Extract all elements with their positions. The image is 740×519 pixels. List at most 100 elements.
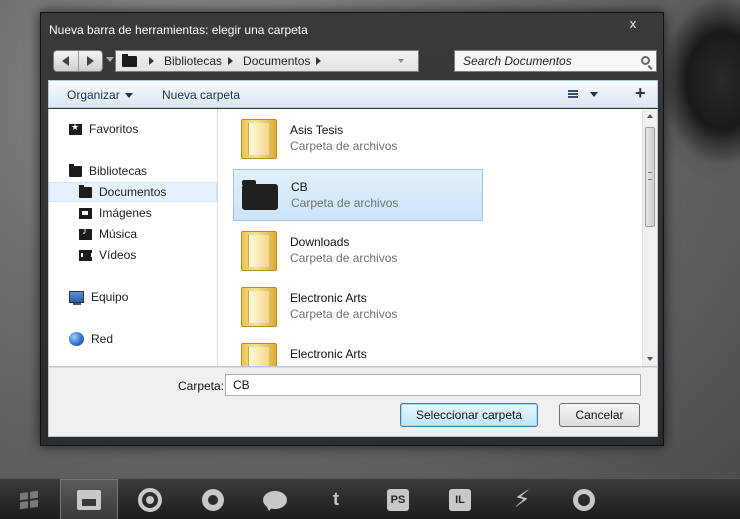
taskbar-twitter[interactable]: t xyxy=(307,479,365,519)
documents-icon xyxy=(79,184,92,198)
close-icon[interactable]: x xyxy=(626,17,640,31)
recent-locations-dropdown-icon[interactable] xyxy=(106,57,114,62)
breadcrumb-chevron-icon[interactable] xyxy=(316,57,322,65)
list-item[interactable]: Electronic Arts xyxy=(233,337,483,366)
view-dropdown-icon[interactable] xyxy=(590,92,598,97)
computer-icon xyxy=(69,291,84,305)
sidebar-item-label: Imágenes xyxy=(99,206,152,220)
sidebar-item-label: Red xyxy=(91,332,114,346)
scroll-thumb[interactable] xyxy=(645,127,655,227)
taskbar-bolt[interactable]: ⚡ xyxy=(493,479,551,519)
folder-picker-dialog: Nueva barra de herramientas: elegir una … xyxy=(40,12,664,446)
breadcrumb-documentos[interactable]: Documentos xyxy=(243,54,310,68)
command-bar: Organizar Nueva carpeta + xyxy=(48,80,658,108)
taskbar-firefox[interactable] xyxy=(184,479,242,519)
folder-icon xyxy=(122,53,137,67)
sidebar-item-red[interactable]: Red xyxy=(49,329,217,349)
list-item[interactable]: Electronic Arts Carpeta de archivos xyxy=(233,281,483,333)
twitter-icon: t xyxy=(333,489,339,509)
window-title: Nueva barra de herramientas: elegir una … xyxy=(49,23,308,37)
sidebar-item-label: Bibliotecas xyxy=(89,164,148,178)
sidebar-item-equipo[interactable]: Equipo xyxy=(49,287,217,307)
navigation-buttons xyxy=(53,50,103,72)
new-folder-button[interactable]: Nueva carpeta xyxy=(162,88,240,102)
list-item[interactable]: Asis Tesis Carpeta de archivos xyxy=(233,113,483,165)
sidebar-item-documentos[interactable]: Documentos xyxy=(49,182,217,202)
pictures-icon xyxy=(79,207,92,219)
windows-logo-icon xyxy=(20,490,38,509)
scroll-up-icon[interactable] xyxy=(647,114,653,118)
file-type: Carpeta de archivos xyxy=(291,196,399,210)
forward-button[interactable] xyxy=(77,51,103,71)
list-item[interactable]: CB Carpeta de archivos xyxy=(233,169,483,221)
sidebar-item-bibliotecas[interactable]: Bibliotecas xyxy=(49,161,217,181)
taskbar-chat[interactable] xyxy=(246,479,304,519)
cancel-button[interactable]: Cancelar xyxy=(559,403,640,427)
search-input[interactable]: Search Documentos xyxy=(454,50,657,72)
sidebar-item-imagenes[interactable]: Imágenes xyxy=(49,203,217,223)
add-icon[interactable]: + xyxy=(635,83,646,104)
chat-bubble-icon xyxy=(263,490,287,511)
sidebar-item-videos[interactable]: Vídeos xyxy=(49,245,217,265)
breadcrumb-chevron-icon[interactable] xyxy=(149,57,154,65)
sidebar-item-label: Vídeos xyxy=(99,248,137,262)
music-icon xyxy=(79,226,92,240)
vertical-scrollbar[interactable] xyxy=(642,109,657,366)
photoshop-icon: PS xyxy=(387,488,409,511)
taskbar-chrome[interactable] xyxy=(121,479,179,519)
ring-icon xyxy=(573,488,595,511)
title-bar: Nueva barra de herramientas: elegir una … xyxy=(41,13,663,47)
chevron-down-icon xyxy=(124,93,133,99)
file-name: CB xyxy=(291,180,308,194)
file-type: Carpeta de archivos xyxy=(290,251,398,265)
back-button[interactable] xyxy=(54,51,78,71)
videos-icon xyxy=(79,249,93,261)
sidebar-item-label: Documentos xyxy=(99,185,167,199)
star-icon xyxy=(69,122,82,135)
file-name: Electronic Arts xyxy=(290,347,367,361)
breadcrumb-chevron-icon[interactable] xyxy=(228,57,234,65)
view-options-icon[interactable] xyxy=(568,90,578,99)
folder-icon xyxy=(241,231,277,271)
navigation-pane: Favoritos Bibliotecas Documentos Imágene… xyxy=(49,109,218,366)
sidebar-item-label: Favoritos xyxy=(89,122,139,136)
taskbar-ring[interactable] xyxy=(555,479,613,519)
list-item[interactable]: Downloads Carpeta de archivos xyxy=(233,225,483,277)
scroll-down-icon[interactable] xyxy=(647,357,653,361)
search-placeholder: Search Documentos xyxy=(463,54,572,68)
back-arrow-icon xyxy=(62,56,70,66)
dialog-footer: Carpeta: CB Seleccionar carpeta Cancelar xyxy=(48,367,658,437)
explorer-icon xyxy=(77,489,101,510)
select-folder-button[interactable]: Seleccionar carpeta xyxy=(400,403,538,427)
chrome-icon xyxy=(138,487,162,512)
address-dropdown-icon[interactable] xyxy=(398,59,404,63)
address-bar[interactable]: Bibliotecas Documentos xyxy=(115,50,419,72)
taskbar-explorer[interactable] xyxy=(60,479,118,519)
start-button[interactable] xyxy=(0,479,58,519)
lightning-bolt-icon: ⚡ xyxy=(513,486,531,513)
taskbar: t PS IL ⚡ xyxy=(0,478,740,519)
folder-icon xyxy=(241,343,277,366)
library-icon xyxy=(69,163,82,177)
breadcrumb-bibliotecas[interactable]: Bibliotecas xyxy=(164,54,222,68)
file-type: Carpeta de archivos xyxy=(290,139,398,153)
sidebar-item-label: Música xyxy=(99,227,138,241)
file-name: Electronic Arts xyxy=(290,291,367,305)
forward-arrow-icon xyxy=(86,56,94,66)
taskbar-illustrator[interactable]: IL xyxy=(431,479,489,519)
taskbar-photoshop[interactable]: PS xyxy=(369,479,427,519)
browser-pane: Favoritos Bibliotecas Documentos Imágene… xyxy=(48,109,658,367)
illustrator-icon: IL xyxy=(449,488,471,511)
file-name: Asis Tesis xyxy=(290,123,344,137)
organize-button[interactable]: Organizar xyxy=(67,88,133,102)
file-name: Downloads xyxy=(290,235,350,249)
sidebar-item-musica[interactable]: Música xyxy=(49,224,217,244)
folder-icon xyxy=(242,180,278,210)
sidebar-item-favoritos[interactable]: Favoritos xyxy=(49,119,217,139)
search-icon[interactable] xyxy=(641,56,650,65)
folder-field-label: Carpeta: xyxy=(178,379,225,393)
folder-field[interactable]: CB xyxy=(225,374,641,396)
firefox-icon xyxy=(202,488,224,511)
folder-icon xyxy=(241,287,277,327)
sidebar-item-label: Equipo xyxy=(91,290,129,304)
